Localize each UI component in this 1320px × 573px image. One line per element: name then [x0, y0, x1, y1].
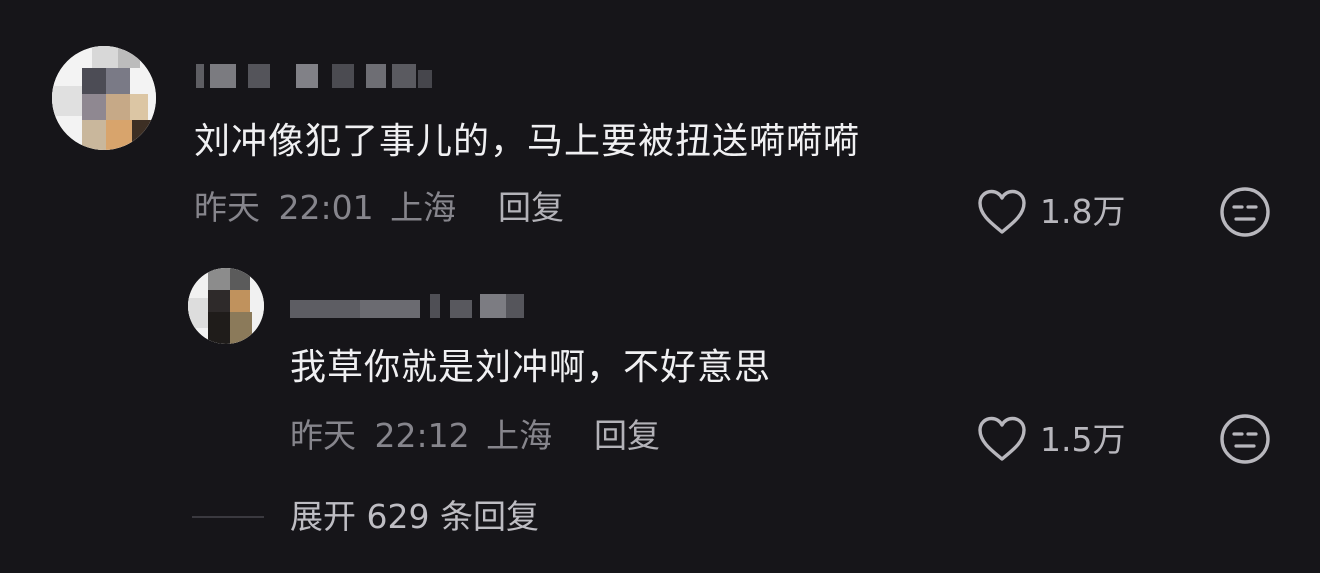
username-blurred[interactable] [196, 64, 436, 90]
comment-time: 22:12 [374, 416, 470, 455]
meh-face-icon[interactable] [1219, 186, 1271, 238]
avatar[interactable] [188, 268, 264, 344]
expand-replies-button[interactable]: 展开 629 条回复 [290, 497, 539, 537]
username-blurred[interactable] [290, 294, 530, 320]
like-count: 1.5万 [1040, 420, 1126, 459]
heart-outline-icon[interactable] [976, 415, 1028, 463]
reply-button[interactable]: 回复 [594, 416, 660, 456]
comment-time: 22:01 [278, 188, 374, 227]
comment-text: 我草你就是刘冲啊，不好意思 [290, 347, 772, 388]
comment-location: 上海 [390, 188, 457, 227]
reply-button[interactable]: 回复 [498, 188, 564, 228]
comment-location: 上海 [486, 416, 553, 455]
meh-face-icon[interactable] [1219, 413, 1271, 465]
comment-date: 昨天 [290, 416, 356, 455]
divider [192, 516, 264, 518]
comment-text: 刘冲像犯了事儿的，马上要被扭送嗬嗬嗬 [194, 121, 861, 162]
heart-outline-icon[interactable] [976, 188, 1028, 236]
comment-date: 昨天 [194, 188, 260, 227]
comment-meta: 昨天 22:12 上海 [290, 416, 552, 456]
avatar[interactable] [52, 46, 156, 150]
comment-meta: 昨天 22:01 上海 [194, 188, 456, 228]
like-count: 1.8万 [1040, 192, 1126, 231]
